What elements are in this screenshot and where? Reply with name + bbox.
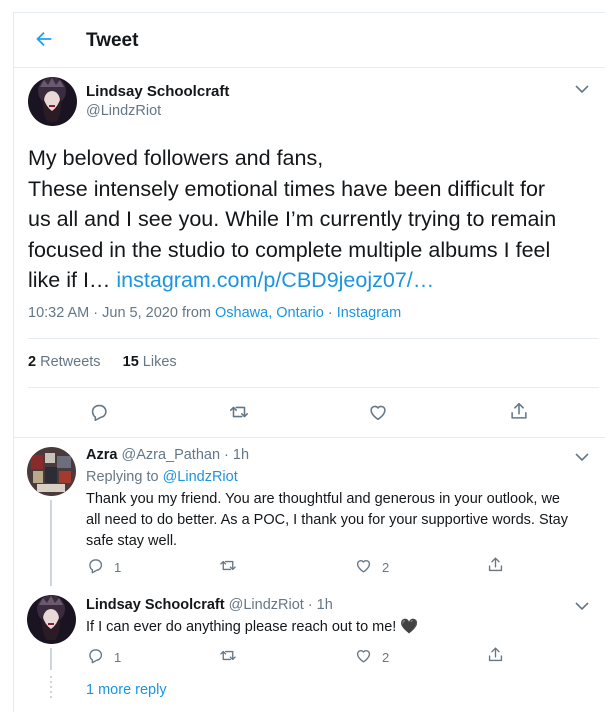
avatar[interactable] [27,447,76,496]
reply-icon[interactable] [86,556,105,575]
tweet-text-line: My beloved followers and fans, [28,146,324,170]
tweet-meta: 10:32 AM · Jun 5, 2020 from Oshawa, Onta… [28,305,401,321]
avatar[interactable] [28,77,77,126]
tweet-text-line: like if I… instagram.com/p/CBD9jeojz07/… [28,265,598,296]
avatar[interactable] [27,595,76,644]
tweet-timestamp[interactable]: 10:32 AM · Jun 5, 2020 from [28,305,215,321]
arrow-left-icon[interactable] [33,28,55,50]
tweet-link[interactable]: instagram.com/p/CBD9jeojz07/… [116,268,434,292]
reply-text: If I can ever do anything please reach o… [86,619,419,635]
reply-author-handle[interactable]: @LindzRiot [229,597,304,613]
retweet-icon[interactable] [218,556,238,575]
replying-to-link[interactable]: @LindzRiot [163,469,238,485]
divider [13,437,605,438]
retweets-stat[interactable]: 2 Retweets [28,354,101,370]
heart-icon[interactable] [354,646,373,665]
tweet-stats: 2 Retweets 15 Likes [28,354,177,370]
chevron-down-icon[interactable] [575,452,589,462]
replying-to: Replying to @LindzRiot [86,469,238,485]
tweet-text-line: These intensely emotional times have bee… [28,176,546,201]
reply-count: 1 [114,650,122,665]
author-name[interactable]: Lindsay Schoolcraft [86,83,229,100]
reply-text-line: safe stay well. [86,533,178,549]
chevron-down-icon[interactable] [575,601,589,611]
divider [28,338,599,339]
share-icon[interactable] [508,400,530,422]
reply-text-line: Thank you my friend. You are thoughtful … [86,491,560,507]
thread-dots [50,676,52,698]
tweet-text-line: focused in the studio to complete multip… [28,237,551,262]
likes-stat[interactable]: 15 Likes [123,354,177,370]
reply-author-handle[interactable]: @Azra_Pathan [121,447,220,463]
tweet-location-link[interactable]: Oshawa, Ontario [215,305,324,321]
reply-author-name[interactable]: Azra [86,447,117,463]
like-count: 2 [382,560,390,575]
tweet-text-tail: like if I… [28,268,117,292]
page-title: Tweet [86,30,139,51]
share-icon[interactable] [486,645,505,664]
reply-author-name[interactable]: Lindsay Schoolcraft [86,597,225,613]
tweet-source-link[interactable]: Instagram [337,305,401,321]
retweet-icon[interactable] [218,646,238,665]
thread-line [50,648,52,670]
divider [28,387,599,388]
heart-icon[interactable] [367,401,389,423]
thread-line [50,500,52,586]
reply-header: Azra @Azra_Pathan · 1h [86,445,249,466]
tweet-text-line: us all and I see you. While I’m currentl… [28,207,557,231]
reply-icon[interactable] [86,646,105,665]
reply-time[interactable]: · 1h [220,447,249,463]
retweet-icon[interactable] [227,401,251,423]
reply-count: 1 [114,560,122,575]
heart-icon[interactable] [354,556,373,575]
author-handle[interactable]: @LindzRiot [86,103,161,119]
more-replies-link[interactable]: 1 more reply [86,680,167,701]
like-count: 2 [382,650,390,665]
reply-header: Lindsay Schoolcraft @LindzRiot · 1h [86,595,333,616]
reply-text-line: all need to do better. As a POC, I thank… [86,512,568,528]
share-icon[interactable] [486,555,505,574]
page-header: Tweet [13,12,605,68]
tweet-text: My beloved followers and fans, These int… [28,143,598,296]
reply-icon[interactable] [88,401,110,423]
meta-separator: · [323,305,337,321]
chevron-down-icon[interactable] [575,84,589,94]
reply-text: Thank you my friend. You are thoughtful … [86,489,591,552]
reply-time[interactable]: · 1h [304,597,333,613]
